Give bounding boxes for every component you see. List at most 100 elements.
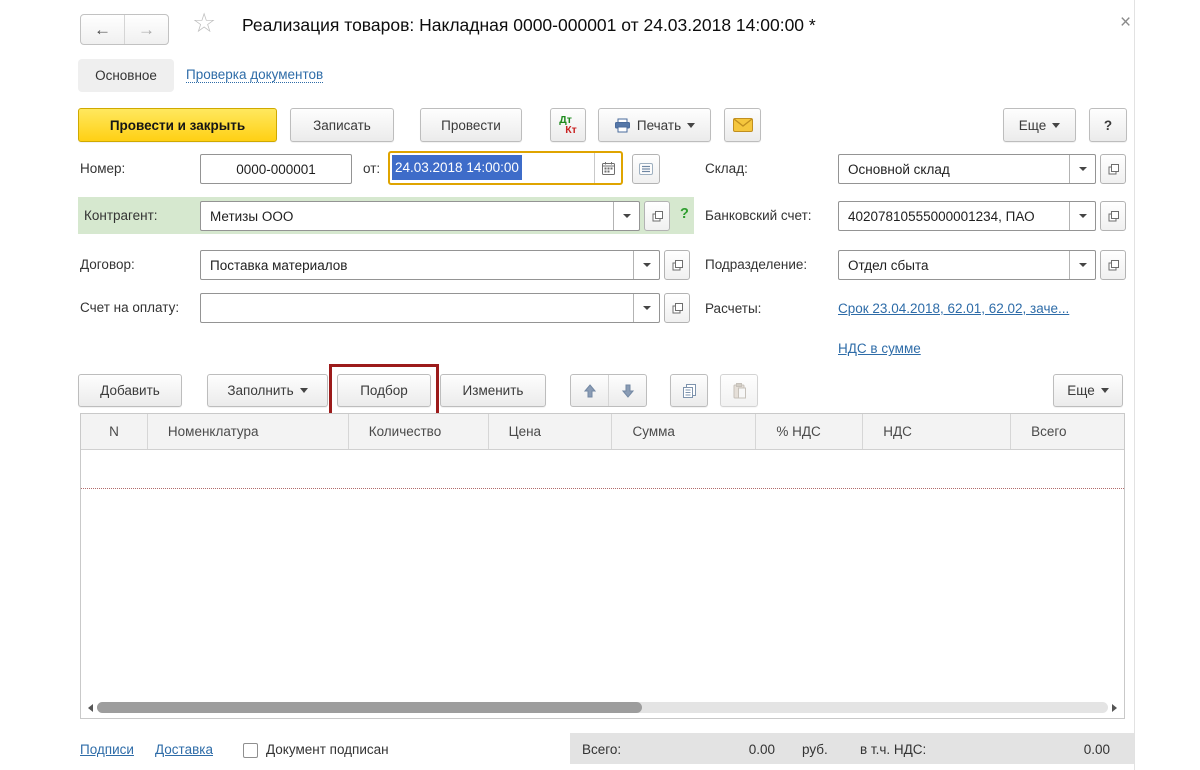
move-up-button[interactable] — [571, 375, 609, 406]
printer-icon — [614, 118, 630, 132]
open-icon — [652, 210, 663, 221]
fill-label: Заполнить — [227, 383, 294, 398]
chevron-down-icon — [299, 388, 308, 393]
more-button[interactable]: Еще — [1003, 108, 1076, 142]
dtkt-icon: Дт Кт — [559, 114, 577, 136]
contract-open-button[interactable] — [664, 250, 690, 280]
counterparty-dropdown-button[interactable] — [613, 202, 639, 230]
column-header-quantity[interactable]: Количество — [349, 414, 489, 449]
chevron-down-icon — [687, 122, 696, 128]
tab-main[interactable]: Основное — [78, 59, 174, 92]
warehouse-dropdown-button[interactable] — [1069, 155, 1095, 183]
copy-icon — [682, 383, 696, 398]
horizontal-scrollbar[interactable] — [84, 700, 1121, 715]
signatures-link[interactable]: Подписи — [80, 742, 134, 757]
list-icon — [639, 163, 653, 175]
column-header-n[interactable]: N — [81, 414, 148, 449]
save-button[interactable]: Записать — [290, 108, 394, 142]
scroll-right-button[interactable] — [1108, 700, 1121, 715]
email-button[interactable] — [724, 108, 761, 142]
warehouse-input[interactable]: Основной склад — [838, 154, 1096, 184]
warehouse-open-button[interactable] — [1100, 154, 1126, 184]
counterparty-help-link[interactable]: ? — [680, 206, 689, 222]
payment-invoice-input[interactable] — [200, 293, 660, 323]
dtkt-button[interactable]: Дт Кт — [550, 108, 586, 142]
bank-account-input[interactable]: 40207810555000001234, ПАО — [838, 201, 1096, 231]
open-icon — [1108, 210, 1119, 221]
items-table-header: N Номенклатура Количество Цена Сумма % Н… — [81, 414, 1124, 450]
column-header-vat[interactable]: НДС — [863, 414, 1012, 449]
post-button[interactable]: Провести — [420, 108, 522, 142]
settlements-link[interactable]: Срок 23.04.2018, 62.01, 62.02, заче... — [838, 301, 1069, 316]
bank-account-label: Банковский счет: — [705, 208, 812, 223]
column-header-nomenclature[interactable]: Номенклатура — [148, 414, 349, 449]
date-input[interactable]: 24.03.2018 14:00:00 — [388, 151, 623, 185]
contract-dropdown-button[interactable] — [633, 251, 659, 279]
add-row-button[interactable]: Добавить — [78, 374, 182, 407]
column-header-price[interactable]: Цена — [489, 414, 613, 449]
column-header-sum[interactable]: Сумма — [612, 414, 757, 449]
chevron-down-icon — [1052, 122, 1061, 128]
copy-row-button[interactable] — [670, 374, 708, 407]
vat-total-value: 0.00 — [1083, 742, 1110, 757]
column-header-vat-percent[interactable]: % НДС — [756, 414, 864, 449]
scrollbar-thumb[interactable] — [97, 702, 642, 713]
forward-button[interactable]: → — [125, 15, 168, 44]
tab-documents-check[interactable]: Проверка документов — [186, 67, 324, 83]
fill-button[interactable]: Заполнить — [207, 374, 328, 407]
number-input[interactable]: 0000-000001 — [200, 154, 352, 184]
counterparty-label: Контрагент: — [84, 208, 158, 223]
date-label: от: — [363, 161, 381, 176]
counterparty-open-button[interactable] — [644, 201, 670, 231]
items-more-button[interactable]: Еще — [1053, 374, 1123, 407]
contract-input[interactable]: Поставка материалов — [200, 250, 660, 280]
department-input[interactable]: Отдел сбыта — [838, 250, 1096, 280]
end-of-data-marker — [81, 488, 1124, 489]
close-icon[interactable]: × — [1120, 12, 1131, 34]
pick-button[interactable]: Подбор — [337, 374, 431, 407]
envelope-icon — [732, 118, 753, 132]
total-value: 0.00 — [748, 742, 775, 757]
vat-total-label: в т.ч. НДС: — [860, 742, 927, 757]
move-down-button[interactable] — [609, 375, 646, 406]
settlements-label: Расчеты: — [705, 301, 762, 316]
contract-label: Договор: — [80, 257, 135, 272]
calendar-icon[interactable] — [601, 161, 615, 175]
signed-checkbox[interactable] — [243, 743, 258, 758]
date-selected-text: 24.03.2018 14:00:00 — [392, 155, 522, 180]
vat-mode-link[interactable]: НДС в сумме — [838, 341, 921, 356]
paste-row-button[interactable] — [720, 374, 758, 407]
document-window: ← → ☆ Реализация товаров: Накладная 0000… — [0, 0, 1200, 770]
post-and-close-button[interactable]: Провести и закрыть — [78, 108, 277, 142]
warehouse-label: Склад: — [705, 161, 748, 176]
paste-icon — [733, 382, 746, 398]
number-label: Номер: — [80, 161, 126, 176]
items-table-body[interactable] — [81, 450, 1124, 698]
chevron-down-icon — [1100, 388, 1109, 393]
scroll-left-icon — [88, 703, 93, 712]
open-icon — [672, 259, 683, 270]
payment-invoice-open-button[interactable] — [664, 293, 690, 323]
department-dropdown-button[interactable] — [1069, 251, 1095, 279]
more-label: Еще — [1018, 117, 1047, 133]
favorite-star-icon[interactable]: ☆ — [192, 10, 216, 37]
bank-account-dropdown-button[interactable] — [1069, 202, 1095, 230]
counterparty-input[interactable]: Метизы ООО — [200, 201, 640, 231]
arrow-down-icon — [621, 384, 634, 398]
scroll-right-icon — [1112, 703, 1117, 712]
open-icon — [1108, 259, 1119, 270]
edit-row-button[interactable]: Изменить — [440, 374, 546, 407]
back-button[interactable]: ← — [81, 15, 125, 44]
delivery-link[interactable]: Доставка — [155, 742, 213, 757]
department-open-button[interactable] — [1100, 250, 1126, 280]
scroll-left-button[interactable] — [84, 700, 97, 715]
bank-account-open-button[interactable] — [1100, 201, 1126, 231]
print-button[interactable]: Печать — [598, 108, 711, 142]
column-header-total[interactable]: Всего — [1011, 414, 1124, 449]
help-button[interactable]: ? — [1089, 108, 1127, 142]
open-icon — [1108, 163, 1119, 174]
back-arrow-icon: ← — [94, 19, 111, 39]
payment-invoice-dropdown-button[interactable] — [633, 294, 659, 322]
scrollbar-track[interactable] — [97, 702, 1108, 713]
document-journal-button[interactable] — [632, 154, 660, 184]
